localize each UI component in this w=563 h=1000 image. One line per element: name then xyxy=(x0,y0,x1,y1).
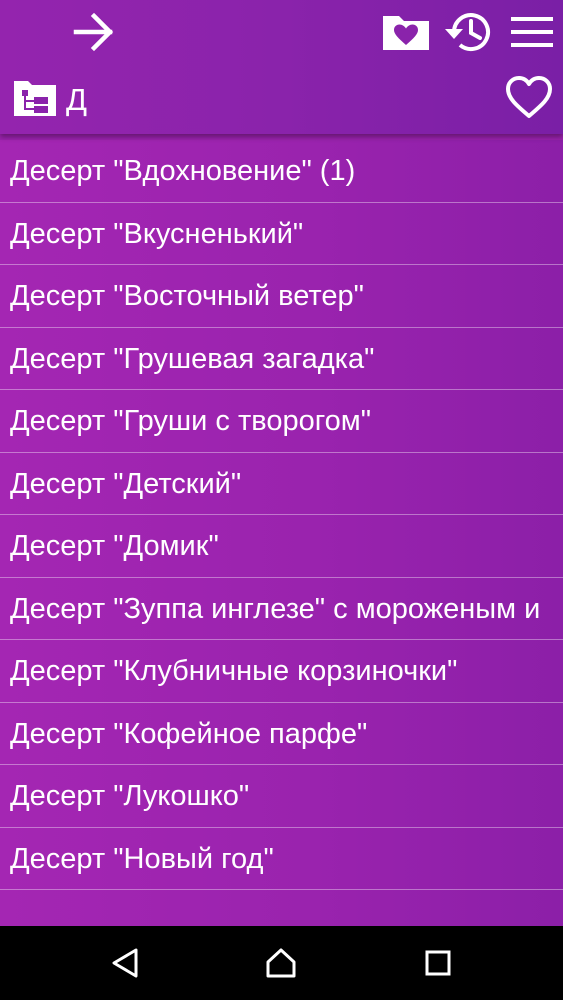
list-item[interactable]: Десерт "Новый год" xyxy=(0,828,563,890)
list-item[interactable] xyxy=(0,890,563,926)
app-screen: Д Десерт "Вдохновение" (1) Десерт "Вкусне… xyxy=(0,0,563,1000)
back-button[interactable] xyxy=(66,6,122,58)
history-icon xyxy=(445,13,490,51)
list-item[interactable]: Десерт "Восточный ветер" xyxy=(0,265,563,328)
list-item[interactable]: Десерт "Грушевая загадка" xyxy=(0,328,563,390)
arrow-right-icon xyxy=(73,12,114,52)
nav-back-button[interactable] xyxy=(95,938,155,988)
list-item[interactable]: Десерт "Домик" xyxy=(0,515,563,578)
folder-heart-icon xyxy=(383,16,429,50)
favorites-folder-button[interactable] xyxy=(378,6,434,58)
nav-home-button[interactable] xyxy=(251,938,311,988)
history-button[interactable] xyxy=(440,4,498,60)
nav-recents-button[interactable] xyxy=(408,938,468,988)
triangle-back-icon xyxy=(112,948,138,978)
breadcrumb: Д xyxy=(66,82,87,117)
system-nav-bar xyxy=(0,926,563,1000)
square-recents-icon xyxy=(425,950,451,976)
list-item[interactable]: Десерт "Вкусненький" xyxy=(0,203,563,265)
list-item[interactable]: Десерт "Клубничные корзиночки" xyxy=(0,640,563,703)
list-item[interactable]: Десерт "Зуппа инглезе" с мороженым и xyxy=(0,578,563,640)
home-icon xyxy=(266,948,296,978)
hamburger-menu-icon xyxy=(511,17,553,47)
folder-tree-icon xyxy=(14,81,56,116)
menu-button[interactable] xyxy=(504,6,560,58)
list-item[interactable]: Десерт "Вдохновение" (1) xyxy=(0,140,563,203)
list-item[interactable]: Десерт "Кофейное парфе" xyxy=(0,703,563,765)
category-tree-button[interactable] xyxy=(10,76,60,120)
favorite-button[interactable] xyxy=(498,68,560,126)
list-item[interactable]: Десерт "Груши с творогом" xyxy=(0,390,563,453)
app-bar: Д xyxy=(0,0,563,134)
list-item[interactable]: Десерт "Детский" xyxy=(0,453,563,515)
heart-outline-icon xyxy=(506,76,552,118)
recipe-list: Десерт "Вдохновение" (1) Десерт "Вкуснень… xyxy=(0,140,563,926)
list-item[interactable]: Десерт "Лукошко" xyxy=(0,765,563,828)
